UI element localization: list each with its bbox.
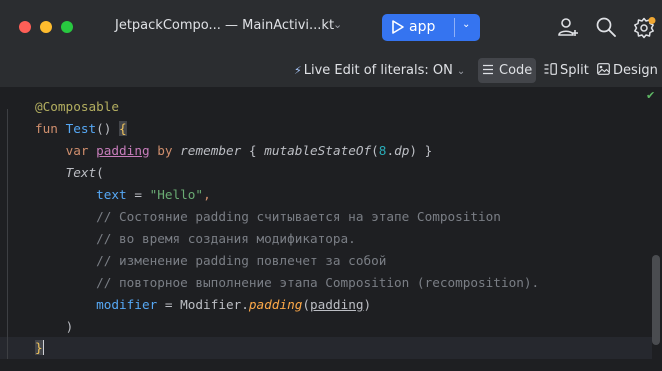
split-view-label: Split [560,63,589,78]
code-line: fun Test() { [35,121,127,136]
design-view-icon [597,63,610,75]
code-line: // во время создания модификатора. [96,231,356,246]
matched-brace: } [35,340,43,355]
run-button-divider [454,18,455,37]
title-bar: JetpackCompo... — MainActivi...kt ⌄ app … [0,0,662,56]
run-configuration-button[interactable]: app ⌄ [382,14,480,41]
design-view-button[interactable]: Design [593,58,662,83]
matched-brace: { [119,121,127,136]
current-line-highlight [0,337,652,359]
live-edit-label: Live Edit of literals: ON [303,63,453,78]
project-file-title[interactable]: JetpackCompo... — MainActivi...kt [115,18,334,33]
ide-window: JetpackCompo... — MainActivi...kt ⌄ app … [0,0,662,371]
run-configuration-label: app [409,19,436,35]
code-line: // Состояние padding считывается на этап… [96,209,501,224]
minimize-window-button[interactable] [40,21,52,33]
code-line: modifier = Modifier.padding(padding) [96,297,372,312]
code-line: Text( [65,165,104,180]
zoom-window-button[interactable] [61,21,73,33]
design-view-label: Design [613,63,658,78]
code-editor[interactable]: ✔ @Composable fun Test() { var padding b… [0,87,662,371]
code-view-icon [483,64,493,75]
account-add-icon[interactable] [557,16,579,42]
settings-icon[interactable] [633,16,657,44]
live-edit-dropdown[interactable]: ⚡ Live Edit of literals: ON ⌄ [294,63,465,78]
vertical-scrollbar[interactable] [652,255,660,345]
code-line: text = "Hello", [96,187,211,202]
chevron-down-icon[interactable]: ⌄ [462,19,470,30]
editor-toolbar: ⚡ Live Edit of literals: ON ⌄ Code Split D… [0,56,662,88]
split-view-button[interactable]: Split [540,58,593,83]
close-window-button[interactable] [19,21,31,33]
change-marker [7,109,8,359]
code-line: @Composable [35,99,120,114]
live-edit-icon: ⚡ [294,64,302,77]
check-icon[interactable]: ✔ [646,89,655,102]
code-line: ) [65,319,74,334]
code-view-button[interactable]: Code [478,58,537,83]
code-line: var padding by remember { mutableStateOf… [65,143,433,158]
play-icon [391,19,405,39]
text-cursor [42,340,44,355]
code-line: // повторное выполнение этапа Compositio… [96,275,540,290]
search-icon[interactable] [595,16,617,42]
code-line: // изменение padding повлечет за собой [96,253,387,268]
chevron-down-icon: ⌄ [456,66,466,77]
split-view-icon [544,63,557,75]
chevron-down-icon[interactable]: ⌄ [333,18,342,31]
code-line: } [35,338,44,358]
code-view-label: Code [499,63,533,78]
